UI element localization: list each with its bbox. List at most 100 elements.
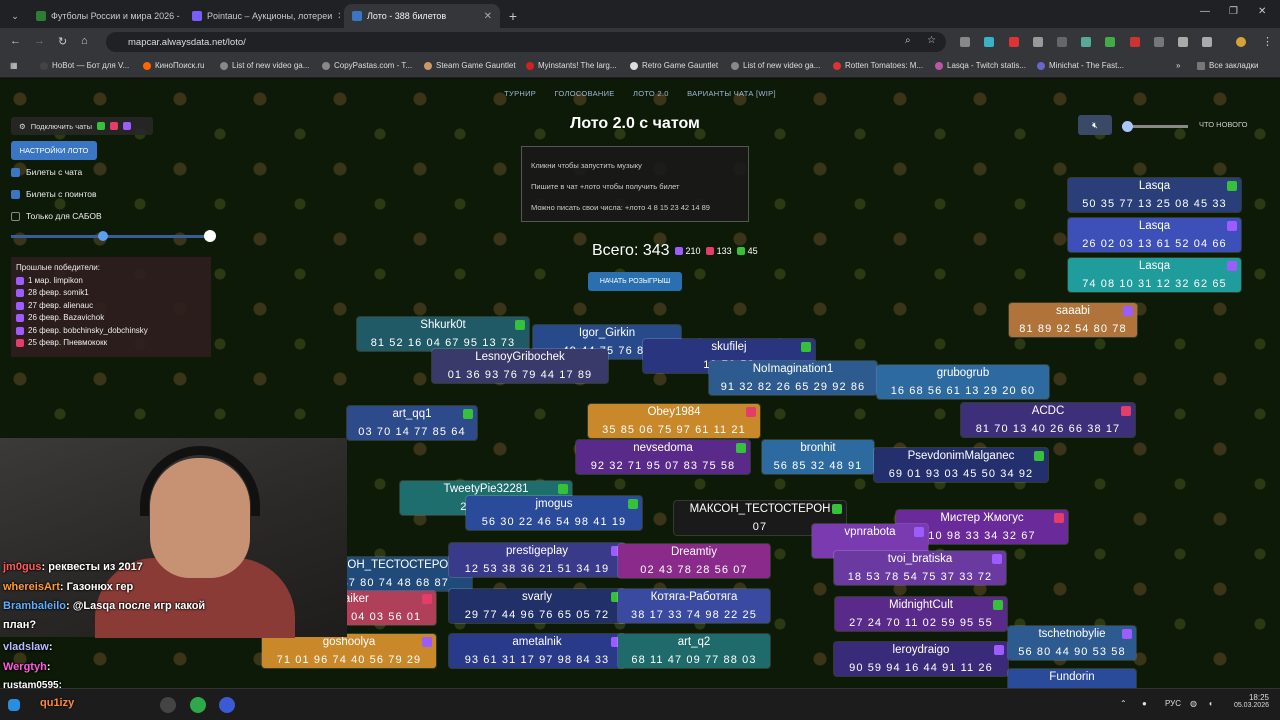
mute-button[interactable]: 🔇︎ <box>1078 115 1112 135</box>
extension-icon[interactable] <box>1081 37 1091 47</box>
extensions-menu-icon[interactable] <box>1202 37 1212 47</box>
network-icon[interactable]: ◍ <box>1190 699 1197 708</box>
taskbar-app-icon[interactable] <box>219 697 235 713</box>
bookmark-item[interactable]: Rotten Tomatoes: M... <box>833 61 923 70</box>
ticket-name: nevsedoma <box>633 442 693 454</box>
avatar[interactable] <box>1236 37 1246 47</box>
all-bookmarks-button[interactable]: Все закладки <box>1197 61 1258 70</box>
past-winners-panel: Прошлые победители: 1 мар. limpikon 28 ф… <box>11 257 211 357</box>
extension-icon[interactable] <box>1009 37 1019 47</box>
ticket-name: Котяга-Работяга <box>650 591 738 603</box>
bookmark-item[interactable]: Myinstants! The larg... <box>526 61 617 70</box>
extension-icon[interactable] <box>1057 37 1067 47</box>
start-icon[interactable] <box>8 699 20 711</box>
maximize-icon[interactable]: ❐ <box>1229 6 1238 17</box>
close-window-icon[interactable]: ✕ <box>1258 6 1266 17</box>
bookmark-label: HoBot — Бот для V... <box>52 61 130 70</box>
bookmark-item[interactable]: HoBot — Бот для V... <box>40 61 129 70</box>
subs-only-checkbox[interactable]: Только для САБОВ <box>11 211 102 221</box>
winner-item: 1 мар. limpikon <box>16 275 206 288</box>
platform-badge-icon <box>992 554 1002 564</box>
points-tickets-checkbox[interactable]: Билеты с поинтов <box>11 189 97 199</box>
chat-tickets-checkbox[interactable]: Билеты с чата <box>11 167 82 177</box>
taskbar-app-icon[interactable] <box>190 697 206 713</box>
back-icon[interactable]: ← <box>10 35 21 47</box>
speaker-icon[interactable]: ◖ <box>1208 699 1213 708</box>
chat-message: : <box>46 661 51 673</box>
chevron-right-icon[interactable]: » <box>1176 61 1180 70</box>
more-menu-icon[interactable]: ⋮ <box>1262 35 1273 48</box>
bookmark-item[interactable]: Lasqa - Twitch statis... <box>935 61 1026 70</box>
star-icon[interactable]: ☆ <box>927 35 936 46</box>
bookmark-item[interactable]: КиноПоиск.ru <box>143 61 205 70</box>
ticket-name: Igor_Girkin <box>578 327 636 339</box>
forward-icon[interactable]: → <box>34 35 45 47</box>
nav-loto2[interactable]: ЛОТО 2.0 <box>633 89 669 98</box>
tab-list-button[interactable]: ⌄ <box>6 4 24 28</box>
loto-settings-button[interactable]: НАСТРОЙКИ ЛОТО <box>11 141 97 160</box>
bookmark-item[interactable]: Steam Game Gauntlet <box>424 61 516 70</box>
platform-badge-icon <box>422 637 432 647</box>
search-icon[interactable]: ⌕ <box>905 35 911 46</box>
close-icon[interactable]: ✕ <box>337 11 340 22</box>
new-tab-button[interactable]: + <box>504 4 522 28</box>
winner-item: 27 февр. alienauc <box>16 300 206 313</box>
address-bar[interactable]: mapcar.alwaysdata.net/loto/ <box>106 32 946 52</box>
tray-chevron-icon[interactable]: ⌃ <box>1120 699 1127 708</box>
extension-icon[interactable] <box>1105 37 1115 47</box>
count-twitch: 210 <box>674 246 701 256</box>
extension-icon[interactable] <box>1033 37 1043 47</box>
extension-icon[interactable] <box>1154 37 1164 47</box>
ticket-name: ametalnik <box>512 636 562 648</box>
microphone-icon[interactable]: ● <box>1142 699 1147 708</box>
ticket-numbers: 68 11 47 09 77 88 03 <box>631 654 757 666</box>
platform-badge-icon <box>1227 261 1237 271</box>
ticket-card: tvoi_bratiska 18 53 78 54 75 37 33 72 <box>834 551 1006 585</box>
chat-message: : реквесты из 2017 <box>41 561 143 573</box>
tab-football[interactable]: Футболы России и мира 2026 - ✕ <box>28 4 180 28</box>
tab-pointauc[interactable]: Pointauc – Аукционы, лотереи ✕ <box>184 4 340 28</box>
hint-box[interactable]: Кликни чтобы запустить музыку Пишите в ч… <box>521 146 749 222</box>
nav-tournament[interactable]: ТУРНИР <box>504 89 536 98</box>
ticket-card: svarly 29 77 44 96 76 65 05 72 <box>449 589 625 623</box>
chat-user: whereisArt <box>3 581 60 593</box>
nav-voting[interactable]: ГОЛОСОВАНИЕ <box>554 89 614 98</box>
home-icon[interactable]: ⌂ <box>81 35 88 47</box>
nav-chat-variants[interactable]: ВАРИАНТЫ ЧАТА [WIP] <box>687 89 776 98</box>
whats-new-link[interactable]: ЧТО НОВОГО <box>1199 120 1247 129</box>
bookmark-item[interactable]: CopyPastas.com - T... <box>322 61 412 70</box>
extension-icon[interactable] <box>1178 37 1188 47</box>
ticket-card: Dreamtiy 02 43 78 28 56 07 <box>618 544 770 578</box>
apps-grid-icon[interactable]: ▦ <box>10 61 18 70</box>
winner-label: 1 мар. limpikon <box>28 275 83 285</box>
extension-icon[interactable] <box>1130 37 1140 47</box>
tab-loto[interactable]: Лото - 388 билетов ✕ <box>344 4 500 28</box>
count-value: 133 <box>716 246 732 256</box>
gear-icon: ⚙ <box>19 121 26 131</box>
close-icon[interactable]: ✕ <box>484 11 492 22</box>
ticket-numbers: 01 36 93 76 79 44 17 89 <box>447 369 593 381</box>
connect-chats-button[interactable]: ⚙ Подключить чаты <box>11 117 153 135</box>
bookmark-item[interactable]: Retro Game Gauntlet <box>630 61 718 70</box>
platform-badge-icon <box>628 499 638 509</box>
extension-icon[interactable] <box>960 37 970 47</box>
platform-badge-icon <box>914 527 924 537</box>
start-draw-button[interactable]: НАЧАТЬ РОЗЫГРЫШ <box>588 272 682 291</box>
bookmark-label: Myinstants! The larg... <box>538 61 617 70</box>
slider-handle[interactable] <box>98 231 108 241</box>
tab-label: Футболы России и мира 2026 - <box>51 11 180 21</box>
volume-handle[interactable] <box>1122 121 1133 132</box>
bookmark-item[interactable]: Minichat - The Fast... <box>1037 61 1124 70</box>
reload-icon[interactable]: ↻ <box>58 35 67 48</box>
extension-icon[interactable] <box>984 37 994 47</box>
language-indicator[interactable]: РУС <box>1165 699 1181 708</box>
chat-line: Brambaleilo: @Lasqa после игр какой <box>3 600 205 612</box>
total-counter: Всего: 343 210 133 45 <box>592 242 758 260</box>
bookmark-item[interactable]: List of new video ga... <box>731 61 820 70</box>
clock[interactable]: 18:25 05.03.2026 <box>1225 693 1269 709</box>
bookmark-item[interactable]: List of new video ga... <box>220 61 309 70</box>
taskbar-app-icon[interactable] <box>160 697 176 713</box>
volume-slider[interactable] <box>1122 121 1188 132</box>
minimize-icon[interactable]: — <box>1200 6 1210 17</box>
settings-slider[interactable] <box>11 230 216 242</box>
